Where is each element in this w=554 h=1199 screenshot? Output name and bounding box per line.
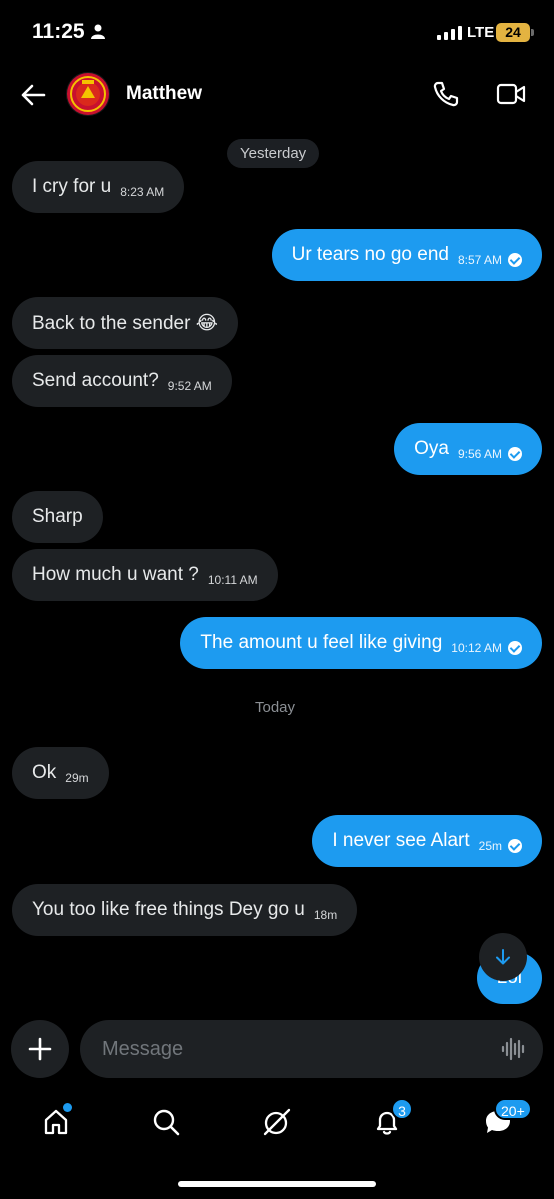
day-separator-yesterday: Yesterday: [227, 139, 320, 168]
nav-messages[interactable]: 20+: [478, 1098, 532, 1142]
message-time: 8:57 AM: [457, 253, 502, 267]
message-bubble[interactable]: Ur tears no go end 8:57 AM: [271, 229, 542, 281]
message-bubble[interactable]: Ok 29m: [12, 747, 109, 799]
day-separator-today: Today: [255, 699, 296, 716]
grok-icon: [263, 1108, 291, 1136]
message-time: 8:23 AM: [120, 185, 165, 199]
message-time: 9:56 AM: [457, 447, 502, 461]
message-time: 10:11 AM: [207, 573, 258, 587]
read-check-icon: [508, 641, 522, 655]
message-bubble[interactable]: You too like free things Dey go u 18m: [12, 884, 358, 936]
read-check-icon: [508, 253, 522, 267]
message-text: I never see Alart: [332, 830, 470, 851]
message-text: Oya: [414, 438, 449, 459]
message-bubble[interactable]: Oya 9:56 AM: [394, 423, 542, 475]
message-time: 18m: [313, 908, 338, 922]
message-bubble[interactable]: I cry for u 8:23 AM: [12, 161, 185, 213]
message-text: Back to the sender 😂: [32, 312, 218, 334]
nav-home[interactable]: [36, 1102, 76, 1142]
message-text: You too like free things Dey go u: [32, 899, 305, 920]
scroll-to-bottom-button[interactable]: [479, 933, 527, 981]
read-check-icon: [508, 839, 522, 853]
messages-badge: 20+: [494, 1098, 532, 1120]
voice-message-icon[interactable]: [501, 1036, 527, 1062]
search-icon: [153, 1109, 180, 1136]
home-indicator: [178, 1181, 376, 1187]
message-bubble[interactable]: How much u want ? 10:11 AM: [12, 549, 278, 601]
message-time: 25m: [478, 839, 502, 853]
message-bubble[interactable]: Back to the sender 😂: [12, 297, 238, 349]
message-text: Sharp: [32, 506, 83, 527]
message-text: The amount u feel like giving: [200, 632, 443, 653]
message-bubble[interactable]: I never see Alart 25m: [312, 815, 542, 867]
message-text: Send account?: [32, 370, 159, 391]
notifications-badge: 3: [391, 1098, 413, 1120]
plus-icon: [28, 1037, 52, 1061]
message-text: How much u want ?: [32, 564, 199, 585]
message-input[interactable]: [102, 1020, 482, 1078]
nav-search[interactable]: [146, 1102, 186, 1142]
message-bubble[interactable]: Send account? 9:52 AM: [12, 355, 232, 407]
message-text: I cry for u: [32, 176, 112, 197]
nav-grok[interactable]: [257, 1102, 297, 1142]
message-time: 10:12 AM: [451, 641, 502, 655]
message-bubble[interactable]: The amount u feel like giving 10:12 AM: [180, 617, 542, 669]
message-text: Ur tears no go end: [291, 244, 449, 265]
message-time: 9:52 AM: [167, 379, 212, 393]
nav-notifications[interactable]: 3: [367, 1098, 413, 1142]
read-check-icon: [508, 447, 522, 461]
message-bubble[interactable]: Sharp: [12, 491, 103, 543]
message-composer: [80, 1020, 543, 1078]
home-unread-dot: [63, 1103, 72, 1112]
bottom-navigation: 3 20+: [0, 1092, 554, 1152]
message-time: 29m: [65, 771, 89, 785]
add-attachment-button[interactable]: [11, 1020, 69, 1078]
message-text: Ok: [32, 762, 57, 783]
arrow-down-icon: [496, 949, 510, 965]
